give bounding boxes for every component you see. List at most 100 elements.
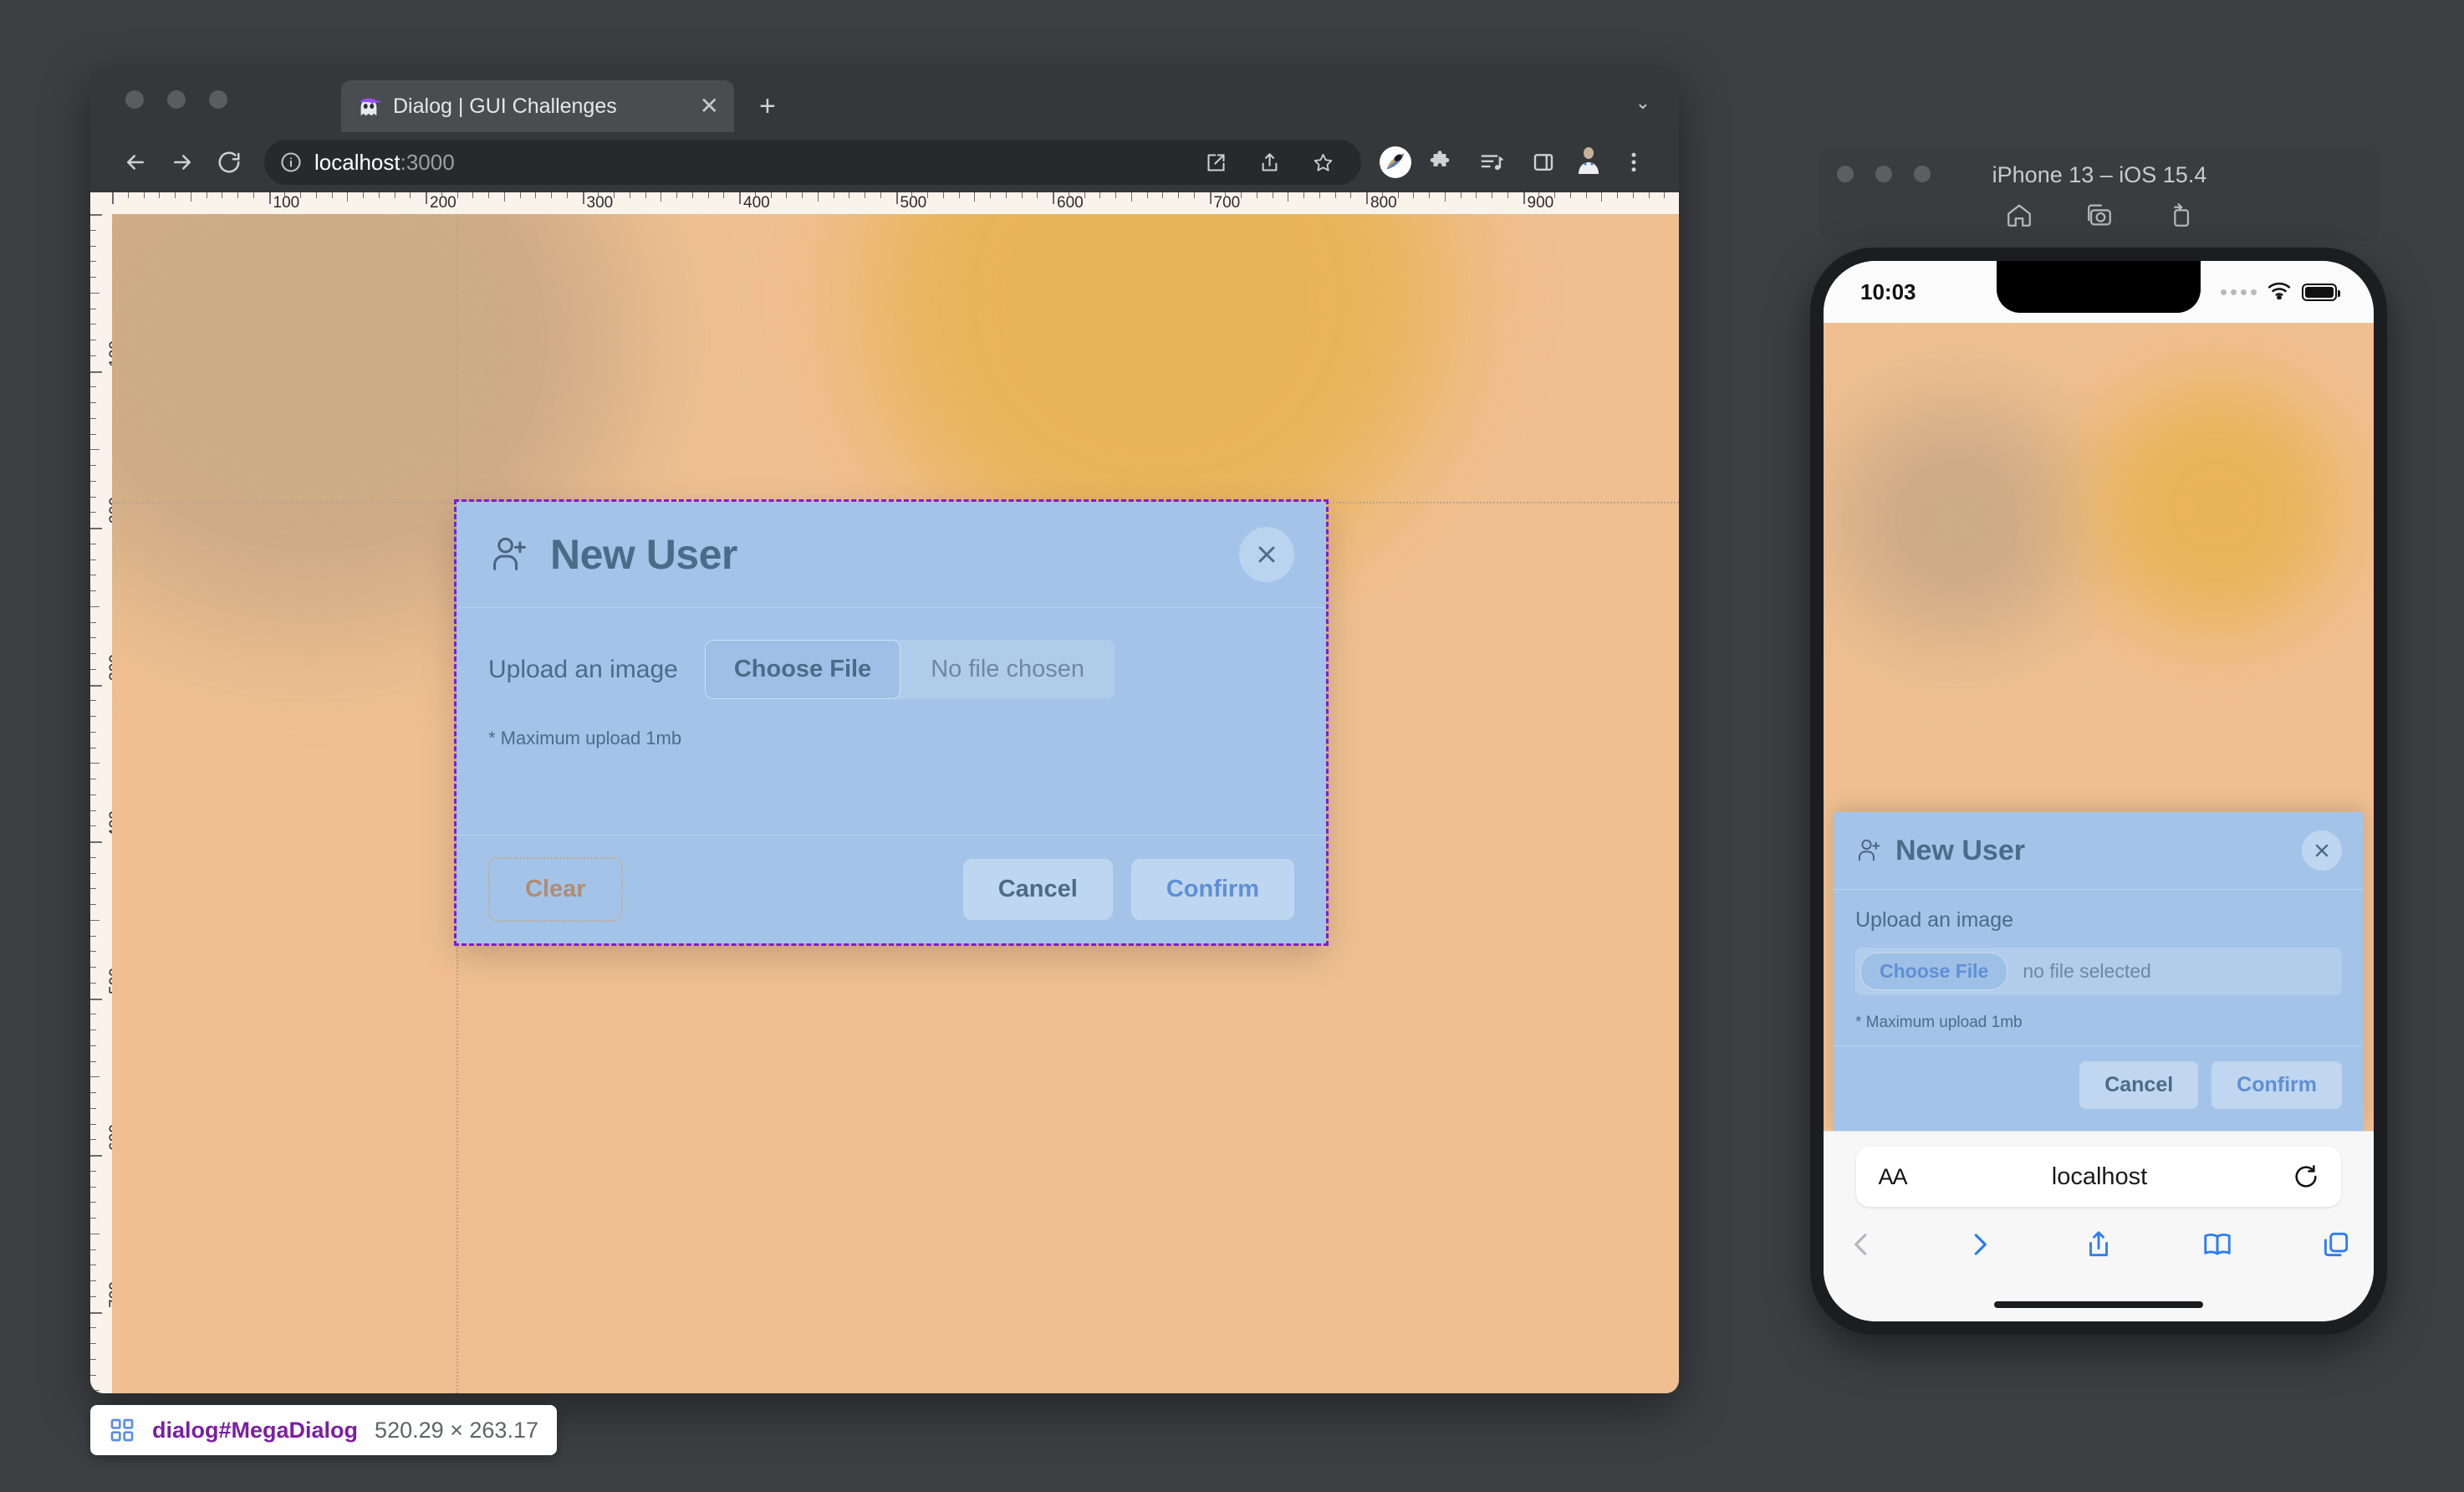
mobile-choose-file-button[interactable]: Choose File: [1860, 953, 2008, 990]
close-icon[interactable]: [1239, 527, 1294, 582]
ruler-tick: [410, 192, 411, 198]
ruler-tick: [1319, 192, 1320, 198]
ruler-tick: [300, 192, 301, 198]
ruler-tick: [90, 653, 96, 654]
confirm-button[interactable]: Confirm: [1130, 859, 1294, 920]
ruler-tick: [457, 192, 458, 198]
ruler-tick: [1146, 192, 1148, 198]
ruler-tick: [90, 1092, 96, 1093]
maximize-window-button[interactable]: [209, 90, 227, 109]
back-chevron-icon[interactable]: [1845, 1229, 1877, 1265]
mega-dialog: New User Upload an image Choose File No …: [454, 499, 1329, 946]
ruler-tick: [90, 1327, 96, 1329]
ruler-tick: [691, 192, 693, 198]
mobile-upload-label: Upload an image: [1855, 908, 2014, 932]
close-window-button[interactable]: [125, 90, 144, 109]
cancel-button[interactable]: Cancel: [962, 859, 1113, 920]
ruler-tick: [1303, 192, 1304, 198]
screen-root: Dialog | GUI Challenges ✕ + ⌄ localhost:…: [0, 0, 2464, 1492]
ruler-tick: [1554, 192, 1555, 198]
open-in-new-icon[interactable]: [1192, 139, 1239, 186]
address-bar[interactable]: localhost:3000: [264, 140, 1361, 185]
tab-search-chevron-icon[interactable]: ⌄: [1635, 92, 1650, 114]
ruler-label: 700: [1213, 194, 1241, 212]
ruler-tick: [1664, 192, 1666, 198]
ruler-tick: [958, 192, 960, 198]
reload-icon[interactable]: [206, 139, 253, 186]
ruler-label: 900: [1527, 194, 1554, 212]
bookmark-star-icon[interactable]: [1299, 139, 1346, 186]
choose-file-button[interactable]: Choose File: [704, 640, 901, 699]
ruler-tick: [90, 433, 96, 435]
mobile-confirm-button[interactable]: Confirm: [2211, 1061, 2342, 1109]
mobile-cancel-button[interactable]: Cancel: [2079, 1061, 2199, 1109]
ruler-tick: [614, 192, 615, 198]
info-circle-icon[interactable]: [279, 151, 303, 174]
tabs-icon[interactable]: [2320, 1229, 2352, 1265]
url-host: localhost: [314, 149, 400, 175]
forward-chevron-icon[interactable]: [1964, 1229, 1996, 1265]
home-indicator: [1994, 1301, 2203, 1308]
profile-avatar-icon[interactable]: [1572, 146, 1605, 179]
safari-address-bar[interactable]: AA localhost: [1856, 1147, 2341, 1207]
ruler-tick: [723, 192, 725, 198]
new-tab-button[interactable]: +: [759, 92, 776, 120]
ruler-tick: [159, 192, 161, 198]
device-notch: [1997, 261, 2201, 313]
omnibox-actions: [1192, 139, 1346, 186]
ruler-tick: [90, 1295, 96, 1297]
moon-theme-icon[interactable]: [1380, 146, 1411, 178]
ruler-tick: [1601, 192, 1603, 202]
ruler-tick: [90, 417, 96, 419]
browser-tab[interactable]: Dialog | GUI Challenges ✕: [341, 80, 734, 132]
back-arrow-icon[interactable]: [112, 139, 159, 186]
ruler-tick: [90, 951, 96, 953]
screenshot-camera-icon[interactable]: [2085, 201, 2114, 233]
ruler-tick: [90, 825, 96, 827]
ruler-tick: [90, 214, 102, 216]
share-icon[interactable]: [1246, 139, 1293, 186]
ruler-tick: [519, 192, 521, 198]
ruler-tick: [90, 1060, 96, 1062]
file-input[interactable]: Choose File No file chosen: [704, 640, 1115, 699]
ruler-tick: [284, 192, 286, 198]
ruler-tick: [1585, 192, 1587, 198]
three-dot-menu-icon[interactable]: [1610, 139, 1657, 186]
close-icon[interactable]: [2302, 830, 2342, 871]
ruler-tick: [90, 1249, 96, 1250]
devtools-element-badge: dialog#MegaDialog 520.29 × 263.17: [90, 1405, 557, 1455]
tab-close-icon[interactable]: ✕: [700, 95, 719, 118]
devtools-selector: dialog#MegaDialog: [152, 1417, 359, 1443]
mobile-file-status-text: no file selected: [2023, 960, 2151, 982]
ruler-tick: [441, 192, 442, 198]
side-panel-icon[interactable]: [1520, 139, 1567, 186]
rotate-device-icon[interactable]: [2166, 201, 2194, 233]
ruler-tick: [551, 192, 552, 198]
reload-icon[interactable]: [2293, 1163, 2319, 1190]
home-icon[interactable]: [2005, 201, 2033, 233]
extensions-puzzle-icon[interactable]: [1416, 139, 1463, 186]
share-icon[interactable]: [2083, 1229, 2115, 1265]
ruler-tick: [1460, 192, 1462, 198]
media-playlist-icon[interactable]: [1468, 139, 1515, 186]
window-traffic-lights[interactable]: [125, 90, 227, 109]
ruler-tick: [786, 192, 788, 198]
forward-arrow-icon[interactable]: [159, 139, 206, 186]
text-size-button[interactable]: AA: [1878, 1164, 1907, 1190]
safari-web-content: New User Upload an image Choose File no …: [1824, 323, 2374, 1131]
ruler-tick: [90, 1123, 96, 1125]
ruler-tick: [90, 1045, 96, 1046]
clear-button[interactable]: Clear: [488, 857, 623, 922]
ruler-tick: [1617, 192, 1618, 198]
mobile-dialog-title: New User: [1895, 834, 2025, 866]
ruler-tick: [1350, 192, 1352, 198]
minimize-window-button[interactable]: [167, 90, 186, 109]
ruler-tick: [990, 192, 991, 198]
ruler-label: 400: [107, 810, 112, 837]
ruler-tick: [90, 1343, 96, 1344]
ruler-tick: [1037, 192, 1038, 198]
mobile-file-input[interactable]: Choose File no file selected: [1855, 948, 2342, 995]
bookmarks-book-icon[interactable]: [2201, 1229, 2233, 1265]
ruler-label: 300: [586, 194, 614, 212]
signal-dots-icon: [2221, 289, 2257, 295]
